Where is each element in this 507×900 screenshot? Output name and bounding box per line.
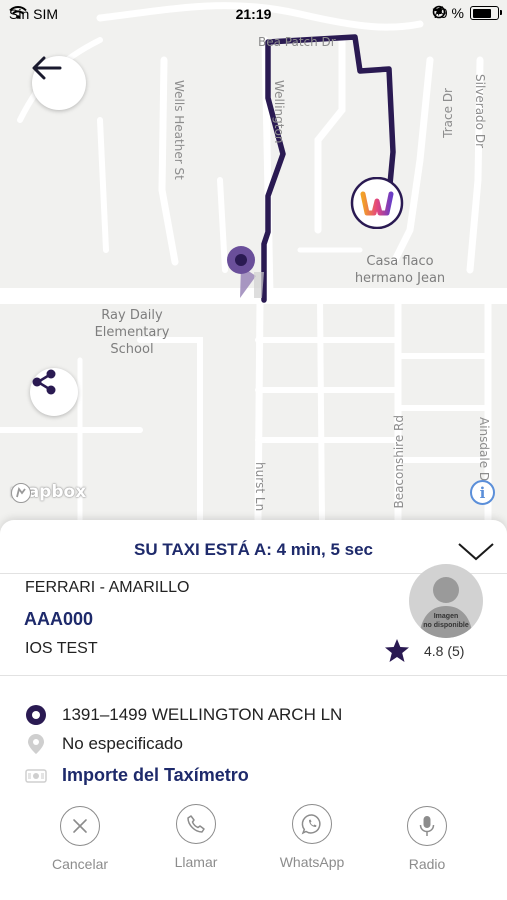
- call-ring: [176, 804, 216, 844]
- microphone-icon: [419, 816, 435, 836]
- street-label-hurst: hurst Ln: [253, 462, 267, 512]
- divider-middle: [0, 675, 507, 676]
- back-button[interactable]: [32, 56, 86, 110]
- street-label-wellington: Wellington: [272, 80, 286, 144]
- origin-row: 1391–1499 WELLINGTON ARCH LN: [24, 704, 342, 726]
- meter-row[interactable]: Importe del Taxímetro: [24, 765, 249, 786]
- destination-address: No especificado: [62, 734, 183, 753]
- whatsapp-icon: [301, 814, 321, 835]
- mapbox-icon: [11, 483, 31, 503]
- collapse-button[interactable]: [457, 542, 495, 562]
- street-label-wells-heather: Wells Heather St: [172, 80, 186, 180]
- trip-sheet: SU TAXI ESTÁ A: 4 min, 5 sec FERRARI - A…: [0, 520, 507, 900]
- car-model: FERRARI - AMARILLO: [25, 579, 190, 596]
- share-icon: [32, 369, 56, 395]
- whatsapp-ring: [292, 804, 332, 844]
- phone-icon: [187, 815, 205, 833]
- status-right: 79 %: [432, 5, 502, 21]
- driver-rating: 4.8 (5): [384, 638, 464, 663]
- arrow-left-icon: [32, 56, 62, 80]
- location-arrow-icon: [433, 6, 444, 16]
- map-info-button[interactable]: i: [470, 480, 495, 505]
- street-label-bea-patch: Bea Patch Dr: [258, 35, 336, 49]
- meter-label: Importe del Taxímetro: [62, 765, 249, 785]
- mapbox-logo[interactable]: mapbox: [10, 482, 86, 503]
- destination-row: No especificado: [24, 733, 183, 755]
- street-label-silverado: Silverado Dr: [473, 74, 487, 149]
- whatsapp-label: WhatsApp: [279, 854, 345, 870]
- whatsapp-button[interactable]: WhatsApp: [266, 804, 358, 870]
- rating-value: 4.8 (5): [424, 642, 465, 659]
- brand-w-icon: [350, 177, 404, 229]
- info-icon: i: [479, 483, 486, 502]
- poi-casa-line1: Casa flaco: [366, 254, 434, 269]
- banknote-icon: [24, 768, 48, 783]
- star-icon: [385, 639, 409, 662]
- street-label-beaconshire: Beaconshire Rd: [392, 415, 406, 509]
- call-label: Llamar: [174, 854, 218, 870]
- destination-pin-icon: [24, 733, 48, 755]
- photo-caption-line2: no disponible: [423, 622, 469, 629]
- close-icon: [73, 819, 87, 833]
- share-button[interactable]: [30, 368, 78, 416]
- street-label-trace: Trace Dr: [441, 88, 455, 138]
- origin-icon: [24, 704, 48, 726]
- radio-label: Radio: [408, 856, 446, 872]
- chevron-down-icon: [458, 543, 494, 561]
- poi-school-line1: Ray Daily Elementary: [94, 308, 170, 340]
- driver-name: IOS TEST: [25, 640, 98, 657]
- taxi-brand-marker[interactable]: [347, 177, 407, 229]
- map-view[interactable]: Wells Heather St Wellington Bea Patch Dr…: [0, 0, 507, 560]
- poi-school-line2: School: [110, 342, 154, 357]
- radio-button[interactable]: Radio: [381, 806, 473, 872]
- battery-fill: [472, 8, 492, 18]
- license-plate: AAA000: [24, 609, 94, 629]
- battery-icon: [470, 6, 502, 20]
- eta-text: SU TAXI ESTÁ A: 4 min, 5 sec: [133, 540, 373, 559]
- cancel-label: Cancelar: [51, 856, 109, 872]
- location-pin-icon: [227, 246, 264, 298]
- cancel-button[interactable]: Cancelar: [34, 806, 126, 872]
- pickup-pin[interactable]: [224, 244, 272, 302]
- call-button[interactable]: Llamar: [150, 804, 242, 870]
- poi-school: Ray Daily Elementary School: [62, 307, 202, 358]
- origin-address: 1391–1499 WELLINGTON ARCH LN: [62, 705, 343, 724]
- driver-photo: Imagen no disponible: [409, 564, 483, 638]
- photo-caption-line1: Imagen: [433, 613, 459, 620]
- poi-casa-flaco: Casa flaco hermano Jean: [352, 253, 448, 287]
- cancel-ring: [60, 806, 100, 846]
- street-label-ainsdale: Ainsdale Dr: [477, 417, 491, 487]
- radio-ring: [407, 806, 447, 846]
- status-bar: Sin SIM 21:19 79 %: [0, 0, 507, 28]
- status-time: 21:19: [235, 6, 272, 22]
- poi-casa-line2: hermano Jean: [354, 271, 446, 286]
- photo-caption: Imagen no disponible: [409, 612, 483, 630]
